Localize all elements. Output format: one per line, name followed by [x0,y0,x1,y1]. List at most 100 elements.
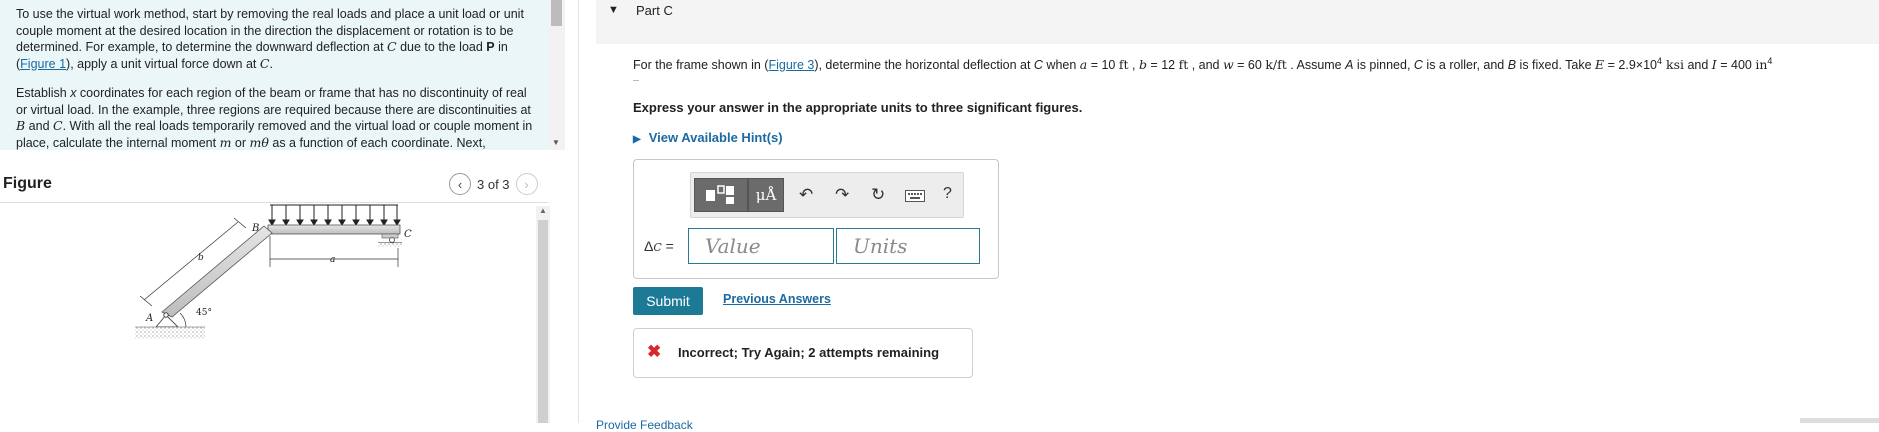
label-A: A [145,313,153,324]
frame-diagram: w [135,191,412,339]
problem-text: is fixed. Take [1516,58,1596,73]
part-title[interactable]: Part C [636,3,673,18]
problem-unit: k/ft [1265,57,1287,73]
roller-support [378,233,402,247]
next-button-edge[interactable] [1800,418,1879,423]
hint-text: . [269,56,273,71]
part-header[interactable] [596,0,1879,44]
hint-var: B [16,118,26,133]
left-panel: To use the virtual work method, start by… [0,0,565,423]
instruction: Express your answer in the appropriate u… [633,100,1083,115]
problem-unit: ft [1178,57,1189,73]
problem-text: = 12 [1146,58,1179,73]
problem-text: = 400 [1716,58,1756,73]
problem-text: = 2.9×10 [1604,58,1657,73]
problem-var: C [1033,58,1043,73]
units-button[interactable]: μÅ [748,178,784,212]
label-a: a [330,255,335,265]
caret-down-icon[interactable]: ▼ [608,4,619,16]
scroll-up-icon[interactable]: ▲ [539,206,547,215]
answer-symbol: Δ [644,238,654,254]
problem-text: For the frame shown in ( [633,58,769,73]
label-angle: 45° [196,308,212,318]
hint-var: mθ [249,134,269,150]
answer-label: ΔC = [644,238,674,254]
math-toolbar: μÅ ↶ ↷ ↻ ? [690,172,964,218]
hint-var: C [387,39,397,54]
label-b: b [198,253,204,263]
hint-var: m [219,134,232,150]
figure-nav: ‹ 3 of 3 › [449,173,538,195]
view-hints-label: View Available Hint(s) [648,130,783,145]
previous-answers-link[interactable]: Previous Answers [723,292,831,306]
problem-exp: 4 [1767,56,1773,66]
problem-text: is a roller, and [1422,58,1508,73]
problem-text: . Assume [1286,58,1346,73]
units-input[interactable]: Units [836,228,980,264]
problem-text: , and [1188,58,1223,73]
distributed-load [268,204,401,226]
problem-var: E [1595,57,1605,73]
x-icon: ✖ [647,342,662,361]
angle-arc [179,312,187,328]
figure-scrollbar-thumb[interactable] [538,220,548,423]
submit-button[interactable]: Submit [633,287,703,315]
label-B: B [251,223,259,234]
caret-right-icon: ▶ [633,134,641,145]
problem-unit: ft [1118,57,1129,73]
figure-title: Figure [3,175,52,192]
problem-unit: ksi [1662,57,1684,73]
hint-box: To use the virtual work method, start by… [0,0,548,150]
value-input[interactable]: Value [688,228,834,264]
templates-icon[interactable] [694,178,748,212]
feedback-text: Incorrect; Try Again; 2 attempts remaini… [678,345,940,360]
hint-var: P [486,40,495,54]
figure-1-link[interactable]: Figure 1 [20,57,66,71]
hint-paragraph-2: Establish x coordinates for each region … [0,72,548,150]
problem-var: B [1507,58,1517,73]
figure-counter: 3 of 3 [477,176,510,192]
problem-text: = 60 [1233,58,1266,73]
templates-glyph [706,185,734,204]
hint-text: due to the load [396,40,487,54]
redo-icon[interactable]: ↷ [835,185,849,205]
keyboard-glyph [905,190,925,202]
problem-var: C [1413,58,1423,73]
answer-subscript: C [653,241,662,254]
keyboard-icon[interactable] [905,187,925,207]
problem-statement: For the frame shown in (Figure 3), deter… [633,56,1772,72]
hint-text: or [231,135,250,150]
feedback-box: ✖ Incorrect; Try Again; 2 attempts remai… [633,328,973,378]
figure-3-link[interactable]: Figure 3 [768,58,814,72]
help-icon[interactable]: ? [943,185,952,203]
label-C: C [404,229,412,240]
problem-text: = 10 [1087,58,1119,73]
answer-equals: = [661,238,674,254]
chevron-left-icon[interactable]: ‹ [449,173,471,195]
provide-feedback-link[interactable]: Provide Feedback [596,418,693,432]
problem-text: and [1683,58,1712,73]
problem-text: ), determine the horizontal deflection a… [814,58,1034,73]
reset-icon[interactable]: ↻ [871,185,885,205]
hint-text: Establish [16,86,71,100]
chevron-right-icon[interactable]: › [515,173,538,195]
problem-var: b [1138,57,1147,73]
hint-text: ), apply a unit virtual force down at [66,56,260,71]
problem-unit: in [1755,57,1768,73]
view-hints-link[interactable]: ▶ View Available Hint(s) [633,130,783,145]
divider-line [633,80,639,81]
hint-text: and [25,119,53,133]
figure-header: Figure ‹ 3 of 3 › [0,170,565,200]
problem-text: when [1042,58,1080,73]
problem-text: is pinned, [1353,58,1414,73]
horizontal-member [267,224,401,235]
hint-var: C [53,118,63,133]
hint-paragraph-1: To use the virtual work method, start by… [0,0,548,72]
column-divider [578,0,579,423]
figure-area: w [0,191,548,424]
hint-text: coordinates for each region of the beam … [16,86,531,117]
hint-scrollbar-thumb[interactable] [551,0,562,26]
problem-var: w [1222,57,1234,73]
undo-icon[interactable]: ↶ [799,185,813,205]
scroll-down-icon[interactable]: ▼ [552,138,560,147]
